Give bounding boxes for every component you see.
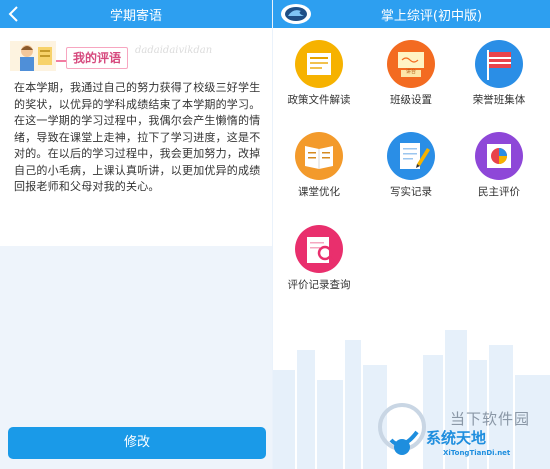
app-screenshot: 学期寄语 我的评语 dadaidaivikdan 在本学期，我通过自己的努力获得…	[0, 0, 550, 469]
menu-item-review-query[interactable]: 评价记录查询	[276, 225, 362, 292]
book-icon	[295, 132, 343, 180]
comment-body: 在本学期，我通过自己的努力获得了校级三好学生的奖状，以优异的学科成绩结束了本学期…	[14, 81, 261, 193]
menu-item-realistic-record[interactable]: 写实记录	[368, 132, 454, 199]
menu-item-class-optimize[interactable]: 课堂优化	[276, 132, 362, 199]
left-header: 学期寄语	[0, 0, 272, 28]
menu-item-label: 民主评价	[478, 186, 520, 198]
search-record-icon	[295, 225, 343, 273]
watermark-logo-icon	[378, 403, 426, 455]
term-comment-screen: 学期寄语 我的评语 dadaidaivikdan 在本学期，我通过自己的努力获得…	[0, 0, 272, 469]
page-title: 学期寄语	[109, 9, 162, 24]
home-screen: 掌上综评(初中版) 政策文件解读 讲台 班级设置 荣誉班集体 课堂优化 写实记录…	[273, 0, 550, 469]
menu-item-label: 荣誉班集体	[472, 94, 526, 106]
edit-button[interactable]: 修改	[8, 427, 266, 459]
comment-card: 我的评语 dadaidaivikdan 在本学期，我通过自己的努力获得了校级三好…	[0, 28, 272, 246]
watermark-url: XiTongTianDi.net	[443, 449, 511, 457]
menu-item-label: 政策文件解读	[287, 94, 351, 106]
notebook-pencil-icon	[387, 132, 435, 180]
flag-icon	[475, 40, 523, 88]
menu-item-honor-class[interactable]: 荣誉班集体	[456, 40, 542, 107]
podium-label: 讲台	[406, 69, 417, 75]
pie-chart-icon	[475, 132, 523, 180]
comment-tag: 我的评语	[66, 47, 128, 69]
right-header: 掌上综评(初中版)	[273, 0, 550, 28]
watermark-brand: 系统天地	[426, 429, 487, 447]
document-icon	[295, 40, 343, 88]
menu-item-policy-docs[interactable]: 政策文件解读	[276, 40, 362, 107]
watermark-top-text: 当下软件园	[449, 410, 530, 428]
menu-item-democratic-review[interactable]: 民主评价	[456, 132, 542, 199]
menu-item-label: 写实记录	[390, 186, 432, 198]
faint-text: dadaidaivikdan	[135, 45, 213, 56]
class-settings-icon	[387, 40, 435, 88]
menu-item-label: 评价记录查询	[287, 279, 351, 291]
menu-item-class-settings[interactable]: 讲台 班级设置	[368, 40, 454, 107]
tag-accent-line	[56, 60, 66, 62]
menu-item-label: 课堂优化	[298, 186, 340, 198]
menu-item-label: 班级设置	[390, 94, 432, 106]
teacher-avatar-icon	[10, 41, 56, 71]
page-title: 掌上综评(初中版)	[380, 9, 483, 24]
app-logo-icon	[281, 4, 311, 24]
